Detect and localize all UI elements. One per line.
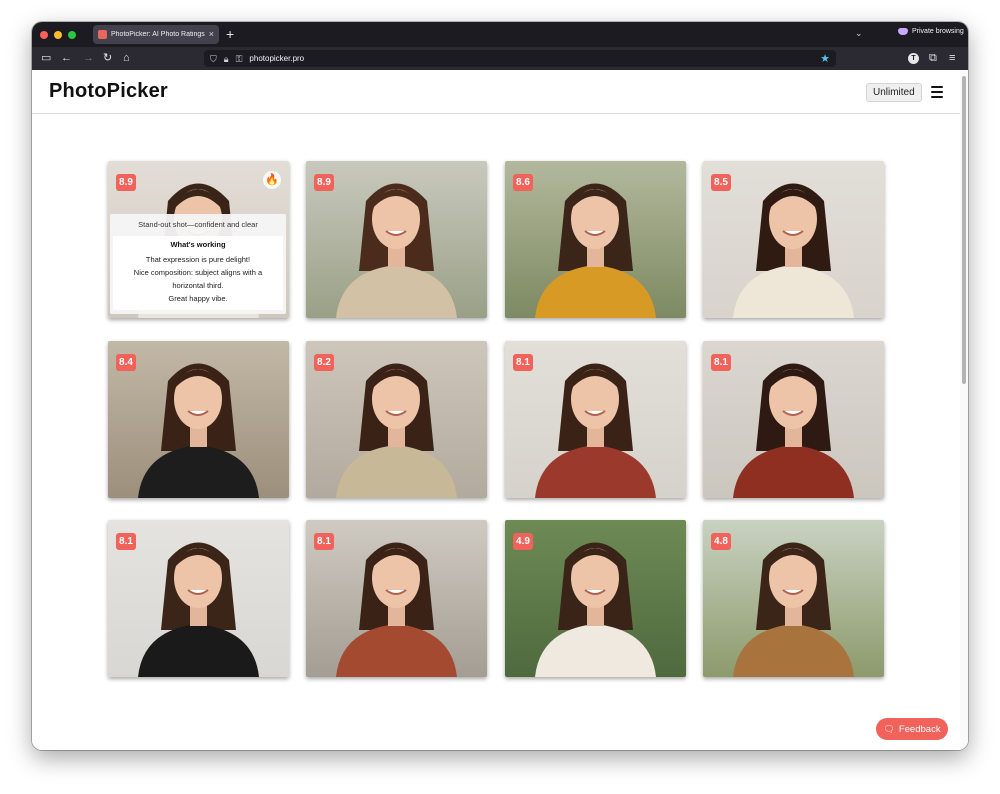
fire-icon: 🔥: [263, 171, 281, 189]
shield-icon[interactable]: ⛉: [210, 54, 217, 64]
scrollbar-thumb[interactable]: [962, 76, 966, 384]
site-logo[interactable]: PhotoPicker: [49, 80, 168, 103]
maximize-window-button[interactable]: [68, 30, 76, 39]
url-text[interactable]: photopicker.pro: [249, 54, 304, 63]
overlay-working-title: What's working: [170, 240, 226, 249]
photo-card[interactable]: 8.1: [306, 520, 487, 677]
extensions-icon[interactable]: ⧉: [929, 52, 937, 64]
navigation-toolbar: ▭ ← → ↻ ⌂ ⛉ 🔒︎ ⚿ photopicker.pro ★ T ⧉ ≡: [32, 47, 968, 70]
new-tab-button[interactable]: +: [226, 26, 234, 42]
sidebar-icon[interactable]: ▭: [41, 52, 51, 64]
chat-bubble-icon: 🗨︎: [883, 723, 895, 734]
key-icon[interactable]: ⚿: [236, 54, 243, 64]
tab-photopicker[interactable]: PhotoPicker: AI Photo Ratings fo ×: [93, 25, 219, 44]
score-badge: 8.2: [314, 354, 334, 371]
menu-icon[interactable]: ≡: [949, 52, 955, 64]
bookmark-star-icon[interactable]: ★: [820, 52, 830, 65]
address-bar[interactable]: ⛉ 🔒︎ ⚿ photopicker.pro ★: [204, 50, 836, 67]
photo-grid: 8.9 🔥 Stand-out shot—confident and clear Wh…: [108, 161, 884, 678]
favicon-icon: [98, 30, 107, 39]
overlay-point: That expression is pure delight!: [145, 255, 251, 264]
score-badge: 8.4: [116, 354, 136, 371]
score-badge: 8.6: [513, 174, 533, 191]
photo-card[interactable]: 4.9: [505, 520, 686, 677]
score-badge: 4.9: [513, 533, 533, 550]
account-avatar[interactable]: T: [908, 53, 919, 64]
photo-card[interactable]: 8.1: [108, 520, 289, 677]
score-badge: 8.1: [513, 354, 533, 371]
minimize-window-button[interactable]: [54, 30, 62, 39]
private-mask-icon: [898, 28, 908, 35]
feedback-label: Feedback: [898, 723, 941, 735]
private-browsing-indicator: Private browsing: [898, 28, 964, 35]
browser-window: PhotoPicker: AI Photo Ratings fo × + ⌄ P…: [32, 22, 968, 750]
forward-icon[interactable]: →: [83, 52, 94, 64]
feedback-button[interactable]: 🗨︎ Feedback: [876, 718, 948, 740]
chevron-down-icon[interactable]: ⌄: [855, 28, 863, 39]
private-browsing-label: Private browsing: [912, 28, 964, 35]
tab-bar: PhotoPicker: AI Photo Ratings fo × + ⌄ P…: [32, 22, 968, 47]
photo-card[interactable]: 8.6: [505, 161, 686, 318]
overlay-point: Great happy vibe.: [168, 294, 228, 303]
photo-card[interactable]: 8.4: [108, 341, 289, 498]
score-badge: 4.8: [711, 533, 731, 550]
plan-badge[interactable]: Unlimited: [866, 83, 922, 102]
rating-details-overlay: Stand-out shot—confident and clear What's…: [110, 214, 286, 314]
back-icon[interactable]: ←: [61, 52, 72, 64]
page-content: PhotoPicker Unlimited 8.9 🔥 Stand-out shot…: [32, 70, 968, 750]
home-icon[interactable]: ⌂: [123, 52, 130, 64]
score-badge: 8.5: [711, 174, 731, 191]
overlay-details: What's working That expression is pure de…: [113, 236, 283, 310]
photo-card[interactable]: 8.2: [306, 341, 487, 498]
lock-icon[interactable]: 🔒︎: [224, 54, 229, 64]
score-badge: 8.1: [711, 354, 731, 371]
reload-icon[interactable]: ↻: [103, 52, 112, 64]
photo-card[interactable]: 8.5: [703, 161, 884, 318]
score-badge: 8.9: [314, 174, 334, 191]
overlay-point: Nice composition: subject aligns with a …: [133, 268, 263, 290]
score-badge: 8.1: [116, 533, 136, 550]
photo-card[interactable]: 8.9: [306, 161, 487, 318]
photo-card[interactable]: 8.9 🔥 Stand-out shot—confident and clear Wh…: [108, 161, 289, 318]
site-header: PhotoPicker Unlimited: [32, 70, 960, 114]
photo-card[interactable]: 4.8: [703, 520, 884, 677]
score-badge: 8.1: [314, 533, 334, 550]
tab-close-icon[interactable]: ×: [209, 30, 214, 39]
score-badge: 8.9: [116, 174, 136, 191]
tab-title: PhotoPicker: AI Photo Ratings fo: [111, 31, 205, 38]
photo-card[interactable]: 8.1: [505, 341, 686, 498]
hamburger-menu-icon[interactable]: [931, 86, 943, 101]
window-controls: [40, 30, 76, 39]
close-window-button[interactable]: [40, 30, 48, 39]
overlay-headline: Stand-out shot—confident and clear: [138, 220, 258, 229]
photo-card[interactable]: 8.1: [703, 341, 884, 498]
